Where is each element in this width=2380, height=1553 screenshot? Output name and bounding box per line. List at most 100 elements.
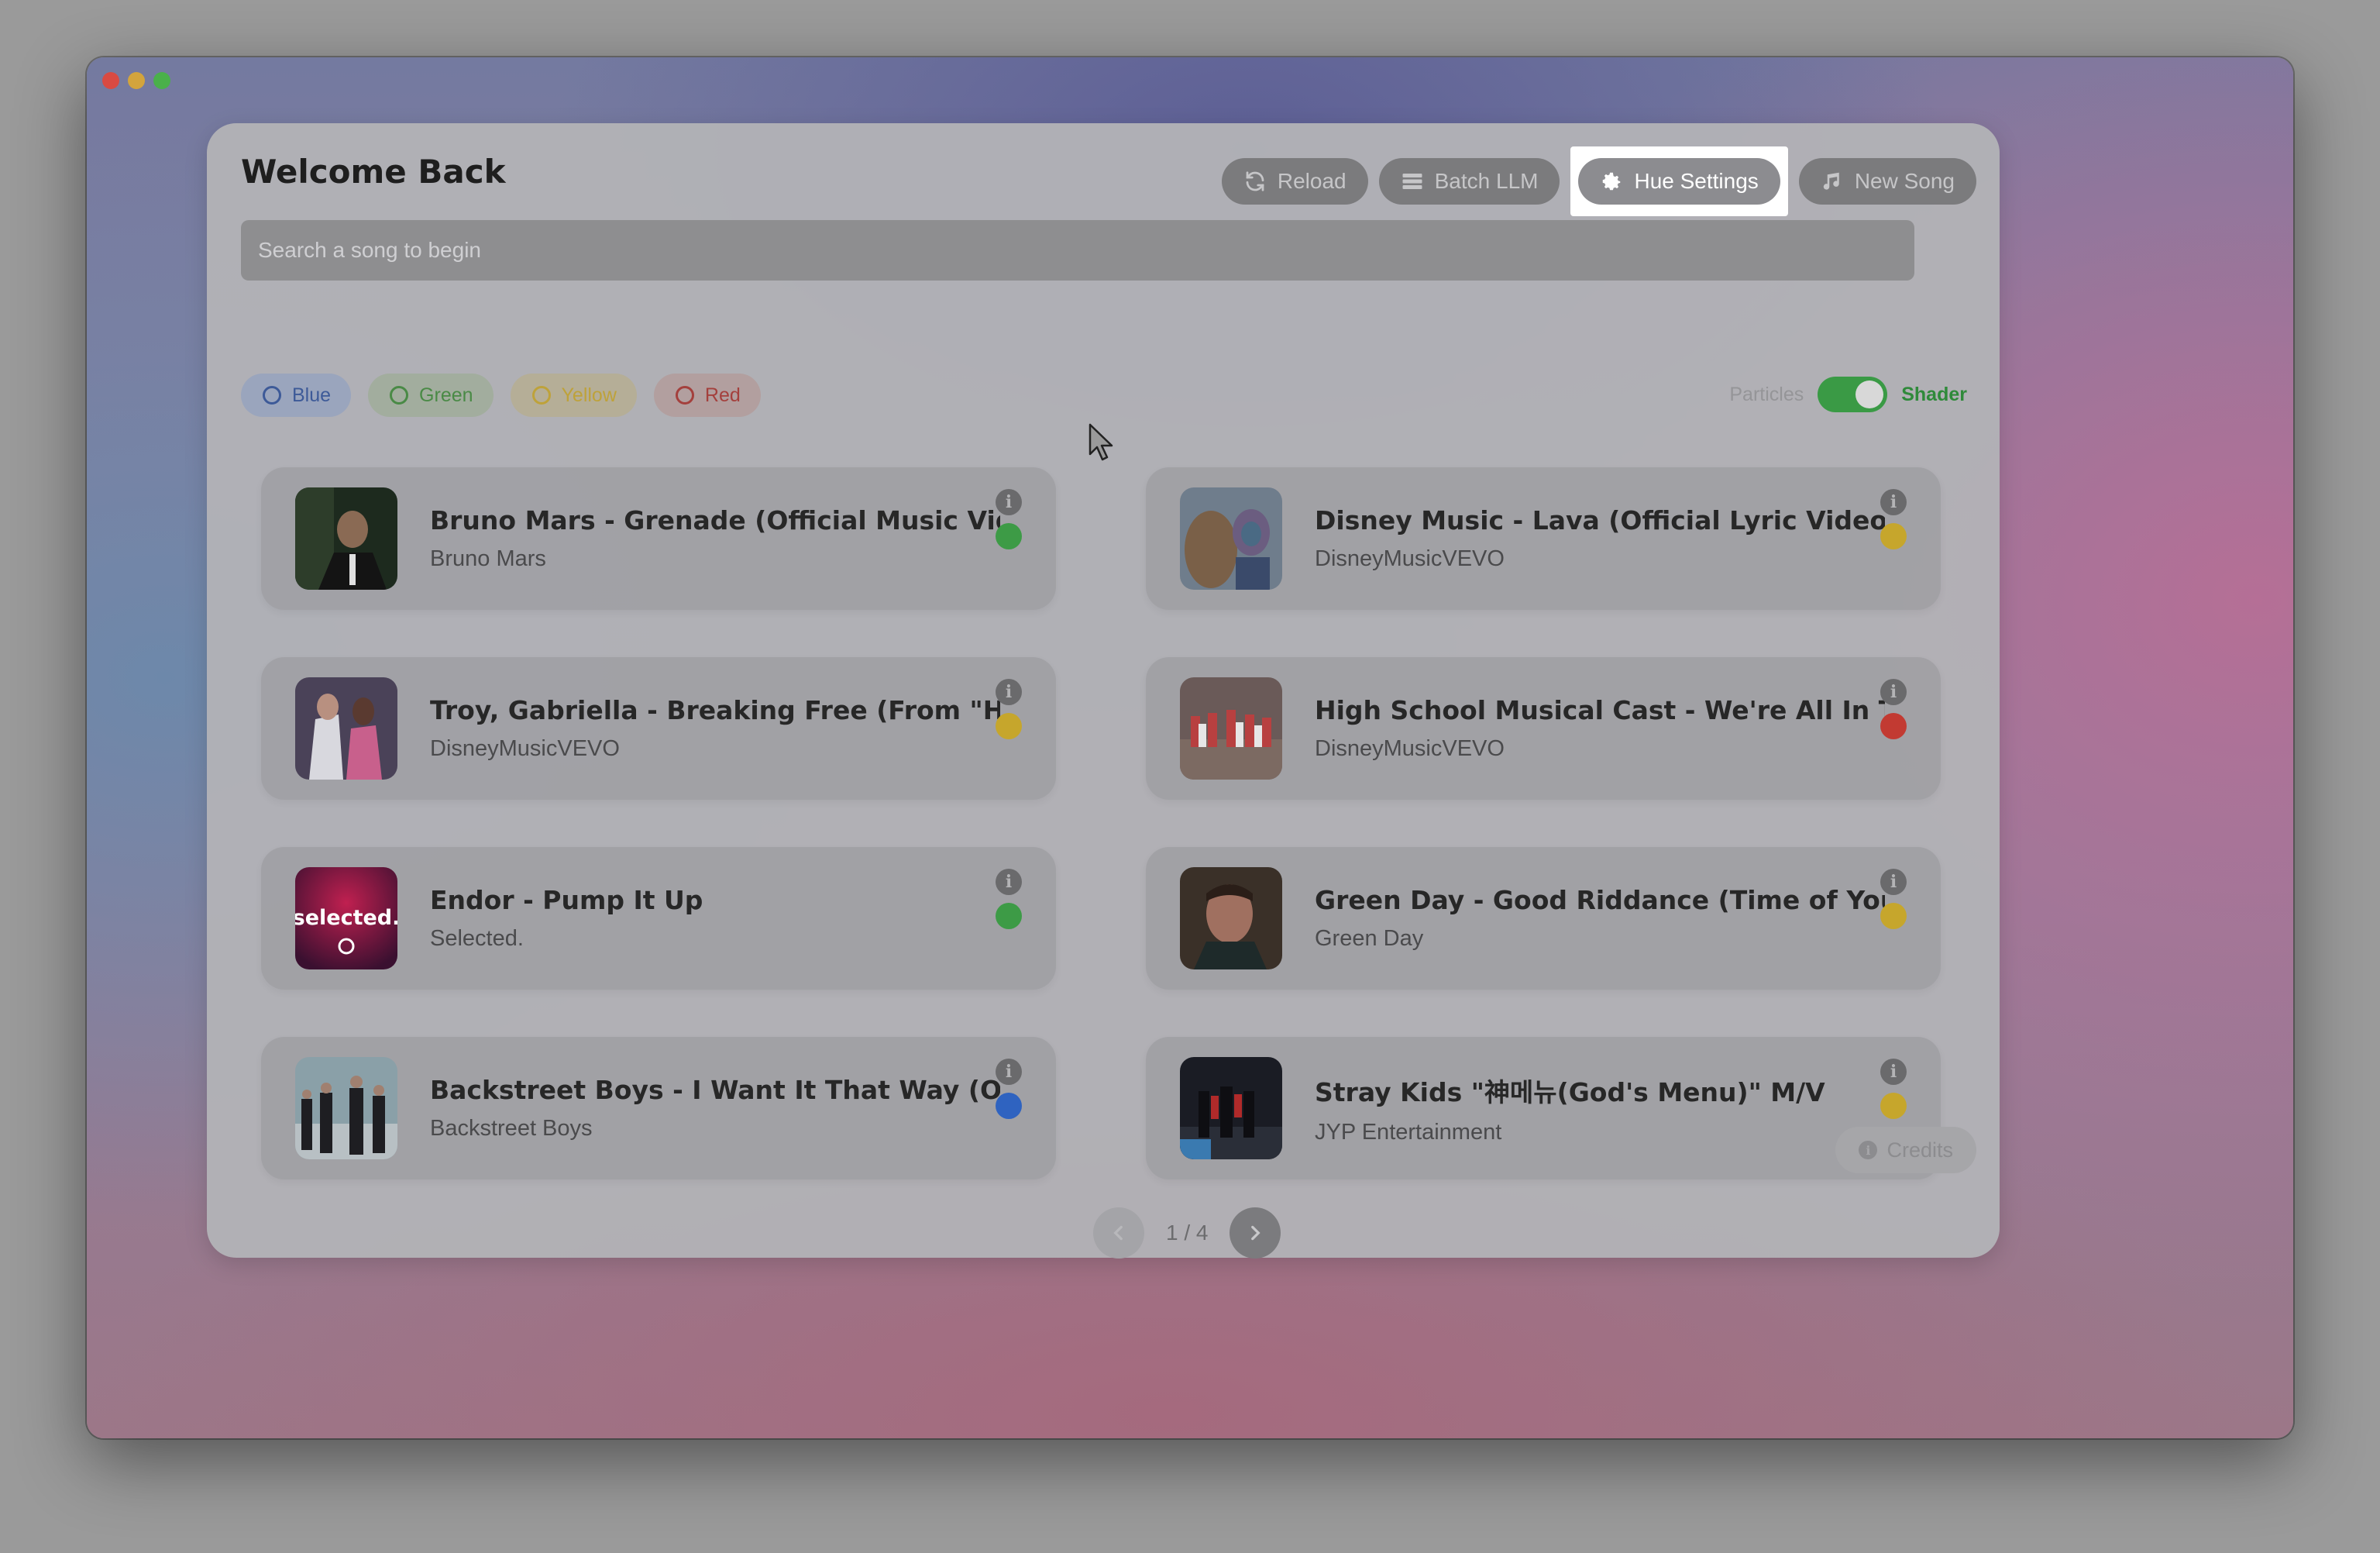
batch-llm-label: Batch LLM — [1434, 169, 1539, 193]
pagination: 1 / 4 — [1093, 1207, 1281, 1259]
filter-chip-label: Yellow — [561, 384, 617, 406]
thumbnail-text: selected. — [295, 906, 397, 930]
hue-filter-chips: Blue Green Yellow Red — [241, 374, 761, 417]
reload-label: Reload — [1277, 169, 1346, 193]
switch-knob — [1856, 381, 1884, 408]
hue-indicator-dot — [996, 1093, 1022, 1119]
radio-circle-icon — [263, 386, 281, 405]
page-title: Welcome Back — [241, 153, 506, 191]
info-icon[interactable]: i — [996, 1059, 1022, 1085]
new-song-button[interactable]: New Song — [1798, 158, 1976, 205]
mouse-cursor-icon — [1089, 423, 1113, 461]
hue-settings-button[interactable]: Hue Settings — [1578, 158, 1780, 205]
hue-indicator-dot — [1880, 1093, 1907, 1119]
particles-label: Particles — [1729, 383, 1804, 405]
new-song-label: New Song — [1854, 169, 1955, 193]
song-artist: Green Day — [1315, 926, 1424, 951]
song-card-text: High School Musical Cast - We're All In … — [1315, 695, 1885, 762]
info-icon[interactable]: i — [996, 869, 1022, 895]
info-icon[interactable]: i — [996, 679, 1022, 705]
credits-button[interactable]: i Credits — [1835, 1127, 1976, 1173]
next-page-button[interactable] — [1230, 1207, 1281, 1259]
hue-settings-label: Hue Settings — [1634, 169, 1759, 193]
song-card[interactable]: Backstreet Boys - I Want It That Way (Of… — [261, 1037, 1056, 1179]
song-card-text: Endor - Pump It Up Selected. — [430, 885, 1000, 952]
song-artist: DisneyMusicVEVO — [1315, 736, 1505, 761]
song-card[interactable]: Stray Kids "神메뉴(God's Menu)" M/V JYP Ent… — [1146, 1037, 1941, 1179]
song-card-text: Bruno Mars - Grenade (Official Music Vid… — [430, 505, 1000, 572]
hue-indicator-dot — [996, 523, 1022, 549]
song-title: Disney Music - Lava (Official Lyric Vide… — [1315, 505, 1885, 535]
song-title: Backstreet Boys - I Want It That Way (Of… — [430, 1075, 1000, 1105]
info-icon[interactable]: i — [1880, 489, 1907, 515]
chevron-left-icon — [1113, 1225, 1123, 1241]
song-title: Bruno Mars - Grenade (Official Music Vid… — [430, 505, 1000, 535]
song-artist: Selected. — [430, 926, 524, 951]
credits-label: Credits — [1886, 1138, 1953, 1162]
hue-indicator-dot — [1880, 903, 1907, 929]
radio-circle-icon — [390, 386, 409, 405]
song-card[interactable]: Green Day - Good Riddance (Time of Your … — [1146, 847, 1941, 990]
song-card[interactable]: Troy, Gabriella - Breaking Free (From "H… — [261, 657, 1056, 800]
song-artist: DisneyMusicVEVO — [430, 736, 620, 761]
music-note-icon — [1823, 172, 1839, 190]
render-mode-toggle-row: Particles Shader — [1729, 377, 1967, 412]
song-card-text: Troy, Gabriella - Breaking Free (From "H… — [430, 695, 1000, 762]
song-artist: DisneyMusicVEVO — [1315, 546, 1505, 571]
hue-indicator-dot — [1880, 713, 1907, 739]
reload-button[interactable]: Reload — [1221, 158, 1368, 205]
song-title: Endor - Pump It Up — [430, 885, 703, 915]
info-icon[interactable]: i — [1880, 1059, 1907, 1085]
window-zoom-button[interactable] — [153, 72, 170, 89]
filter-chip-yellow[interactable]: Yellow — [510, 374, 637, 417]
song-thumbnail — [295, 487, 397, 590]
previous-page-button[interactable] — [1093, 1207, 1144, 1259]
song-title: Green Day - Good Riddance (Time of Your … — [1315, 885, 1885, 915]
filter-chip-blue[interactable]: Blue — [241, 374, 352, 417]
song-card[interactable]: High School Musical Cast - We're All In … — [1146, 657, 1941, 800]
shader-label: Shader — [1901, 383, 1967, 405]
song-title: Troy, Gabriella - Breaking Free (From "H… — [430, 695, 1000, 725]
main-panel: Welcome Back Reload Batch LLM Hue Settin… — [207, 123, 2000, 1259]
window-minimize-button[interactable] — [128, 72, 145, 89]
song-card-text: Disney Music - Lava (Official Lyric Vide… — [1315, 505, 1885, 572]
info-icon[interactable]: i — [1880, 869, 1907, 895]
song-card[interactable]: Disney Music - Lava (Official Lyric Vide… — [1146, 467, 1941, 610]
song-card[interactable]: Bruno Mars - Grenade (Official Music Vid… — [261, 467, 1056, 610]
search-bar — [241, 220, 1914, 281]
song-artist: JYP Entertainment — [1315, 1119, 1502, 1145]
hue-settings-highlight: Hue Settings — [1570, 146, 1788, 216]
window-close-button[interactable] — [102, 72, 119, 89]
filter-chip-label: Blue — [292, 384, 332, 406]
filter-chip-label: Red — [704, 384, 741, 406]
filter-chip-red[interactable]: Red — [653, 374, 761, 417]
song-thumbnail — [1180, 1057, 1282, 1159]
hue-indicator-dot — [1880, 523, 1907, 549]
chevron-right-icon — [1251, 1225, 1261, 1241]
song-thumbnail — [1180, 867, 1282, 969]
filter-chip-green[interactable]: Green — [368, 374, 494, 417]
song-card-text: Green Day - Good Riddance (Time of Your … — [1315, 885, 1885, 952]
hue-indicator-dot — [996, 713, 1022, 739]
song-artist: Bruno Mars — [430, 546, 546, 571]
song-title: Stray Kids "神메뉴(God's Menu)" M/V — [1315, 1076, 1825, 1107]
hue-indicator-dot — [996, 903, 1022, 929]
render-mode-switch[interactable] — [1818, 377, 1888, 412]
info-icon[interactable]: i — [1880, 679, 1907, 705]
info-icon: i — [1859, 1141, 1878, 1159]
song-card-text: Stray Kids "神메뉴(God's Menu)" M/V JYP Ent… — [1315, 1072, 1885, 1145]
gear-icon — [1603, 172, 1621, 191]
search-input[interactable] — [258, 238, 1897, 263]
radio-circle-icon — [531, 386, 551, 405]
song-card-text: Backstreet Boys - I Want It That Way (Of… — [430, 1075, 1000, 1142]
batch-llm-button[interactable]: Batch LLM — [1378, 158, 1560, 205]
info-icon[interactable]: i — [996, 489, 1022, 515]
refresh-icon — [1246, 171, 1264, 191]
song-thumbnail — [295, 1057, 397, 1159]
song-thumbnail — [1180, 677, 1282, 780]
radio-circle-icon — [675, 386, 694, 405]
page-indicator: 1 / 4 — [1166, 1221, 1209, 1245]
toolbar: Reload Batch LLM Hue Settings New Song — [1221, 146, 1976, 216]
song-card[interactable]: selected. Endor - Pump It Up Selected. i — [261, 847, 1056, 990]
song-artist: Backstreet Boys — [430, 1116, 593, 1141]
